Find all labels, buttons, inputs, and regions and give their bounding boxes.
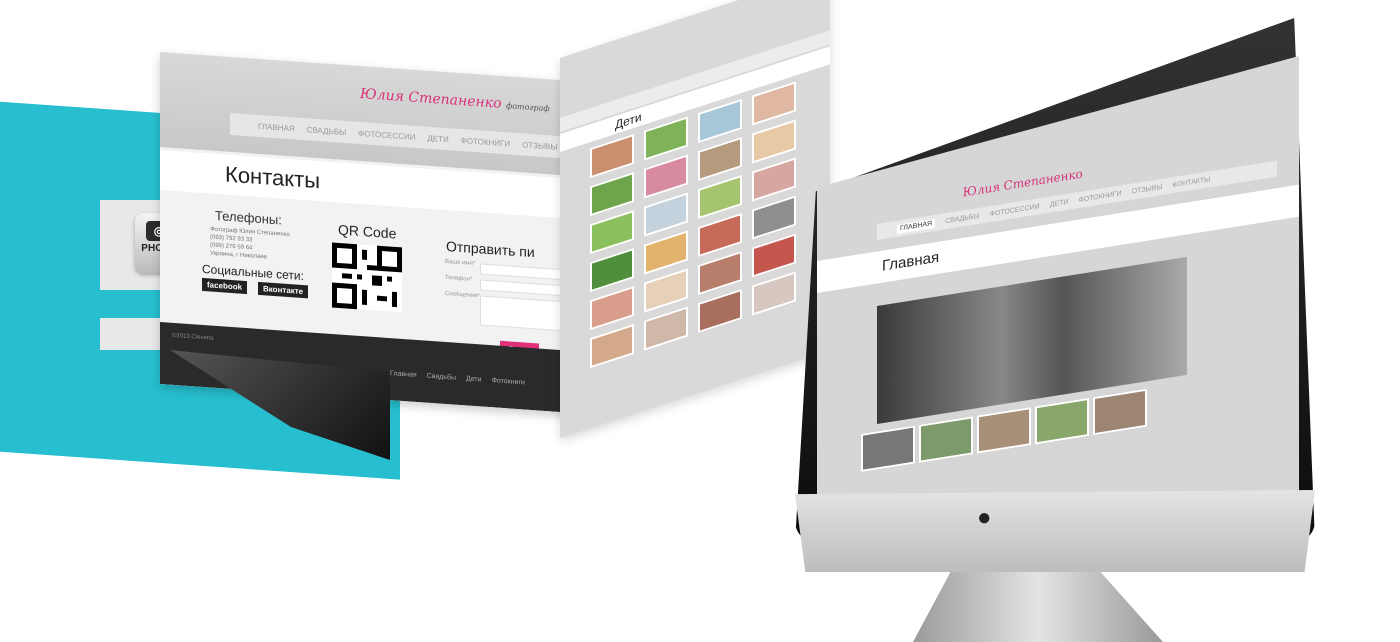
nav-item-main[interactable]: Главная xyxy=(897,218,936,234)
nav-item-contacts[interactable]: КОНТАКТЫ xyxy=(1173,176,1211,189)
gallery-thumbnail[interactable] xyxy=(590,171,634,217)
gallery-thumbnail[interactable] xyxy=(644,230,688,275)
monitor-stand xyxy=(913,572,1163,642)
gallery-thumbnail[interactable] xyxy=(698,212,742,258)
gallery-thumbnail[interactable] xyxy=(590,247,634,293)
facebook-button[interactable]: facebook xyxy=(202,277,248,295)
phone-label: Телефон* xyxy=(445,274,473,283)
slideshow-thumbnail[interactable] xyxy=(919,416,973,463)
gallery-thumbnail[interactable] xyxy=(644,268,688,313)
gallery-thumbnail[interactable] xyxy=(698,174,742,220)
name-label: Ваше имя* xyxy=(445,258,476,268)
gallery-thumbnail[interactable] xyxy=(644,306,688,351)
footer-link[interactable]: Главная xyxy=(390,370,417,379)
copyright: ©2013 Cleveria xyxy=(172,332,214,342)
nav-item-photobooks[interactable]: ФОТОКНИГИ xyxy=(461,136,510,148)
gallery-thumbnail[interactable] xyxy=(698,136,742,182)
gallery-thumbnail[interactable] xyxy=(590,285,634,331)
nav-item-kids[interactable]: ДЕТИ xyxy=(1050,198,1069,208)
nav-item-photosessions[interactable]: ФОТОСЕССИИ xyxy=(990,203,1040,218)
monitor-chin xyxy=(795,490,1315,572)
gallery-thumbnail[interactable] xyxy=(644,154,688,199)
gallery-thumbnail[interactable] xyxy=(752,233,796,278)
slideshow-thumbnail[interactable] xyxy=(861,425,915,472)
phones-heading: Телефоны: xyxy=(215,207,282,228)
contacts-nav: ГЛАВНАЯ СВАДЬБЫ ФОТОСЕССИИ ДЕТИ ФОТОКНИГ… xyxy=(230,112,590,161)
nav-item-reviews[interactable]: ОТЗЫВЫ xyxy=(522,140,557,151)
gallery-thumbnail[interactable] xyxy=(698,288,742,334)
nav-item-main[interactable]: ГЛАВНАЯ xyxy=(258,121,295,133)
nav-item-photobooks[interactable]: ФОТОКНИГИ xyxy=(1078,190,1121,204)
gallery-thumbnail[interactable] xyxy=(698,250,742,296)
gallery-thumbnail[interactable] xyxy=(590,323,634,369)
gallery-page: Дети xyxy=(560,0,830,439)
nav-item-reviews[interactable]: ОТЗЫВЫ xyxy=(1132,183,1163,195)
footer-link[interactable]: Фотокниги xyxy=(492,377,525,386)
logo-text: Юлия Степаненко xyxy=(360,85,502,112)
nav-item-photosessions[interactable]: ФОТОСЕССИИ xyxy=(358,128,415,141)
gallery-thumbnail[interactable] xyxy=(752,157,796,202)
site-logo[interactable]: Юлия Степаненко фотограф xyxy=(360,86,550,115)
gallery-thumbnail[interactable] xyxy=(644,192,688,237)
monitor-screen: Юлия Степаненко Главная СВАДЬБЫ ФОТОСЕСС… xyxy=(817,56,1299,494)
vkontakte-button[interactable]: Вконтакте xyxy=(258,281,309,299)
gallery-thumbnail[interactable] xyxy=(698,98,742,144)
message-label: Сообщение* xyxy=(445,290,480,300)
apple-logo-icon: ● xyxy=(977,504,992,531)
gallery-thumbnail[interactable] xyxy=(644,116,688,161)
slideshow-thumbnail[interactable] xyxy=(1093,388,1147,436)
imac-monitor: Юлия Степаненко Главная СВАДЬБЫ ФОТОСЕСС… xyxy=(795,18,1335,642)
phones-list: Фотограф Юлия Степаненко (093) 792 93 33… xyxy=(210,225,290,263)
footer-link[interactable]: Дети xyxy=(466,375,482,383)
form-heading: Отправить пи xyxy=(446,237,535,261)
logo-subtitle: фотограф xyxy=(505,101,550,114)
gallery-thumbnail[interactable] xyxy=(752,81,796,126)
nav-item-kids[interactable]: ДЕТИ xyxy=(427,133,448,143)
slideshow-thumbnail[interactable] xyxy=(977,407,1031,454)
qr-heading: QR Code xyxy=(338,221,397,242)
gallery-thumbnail[interactable] xyxy=(752,195,796,240)
gallery-thumbnail[interactable] xyxy=(590,133,634,179)
nav-item-weddings[interactable]: СВАДЬБЫ xyxy=(945,212,980,224)
gallery-thumbnail[interactable] xyxy=(752,119,796,164)
footer-links: Главная Свадьбы Дети Фотокниги xyxy=(390,370,525,386)
slideshow-thumbnail[interactable] xyxy=(1035,397,1089,445)
gallery-thumbnail[interactable] xyxy=(752,271,796,316)
gallery-thumbnail[interactable] xyxy=(590,209,634,255)
footer-link[interactable]: Свадьбы xyxy=(427,373,456,382)
qr-code-icon xyxy=(332,242,402,313)
nav-item-weddings[interactable]: СВАДЬБЫ xyxy=(307,125,346,137)
